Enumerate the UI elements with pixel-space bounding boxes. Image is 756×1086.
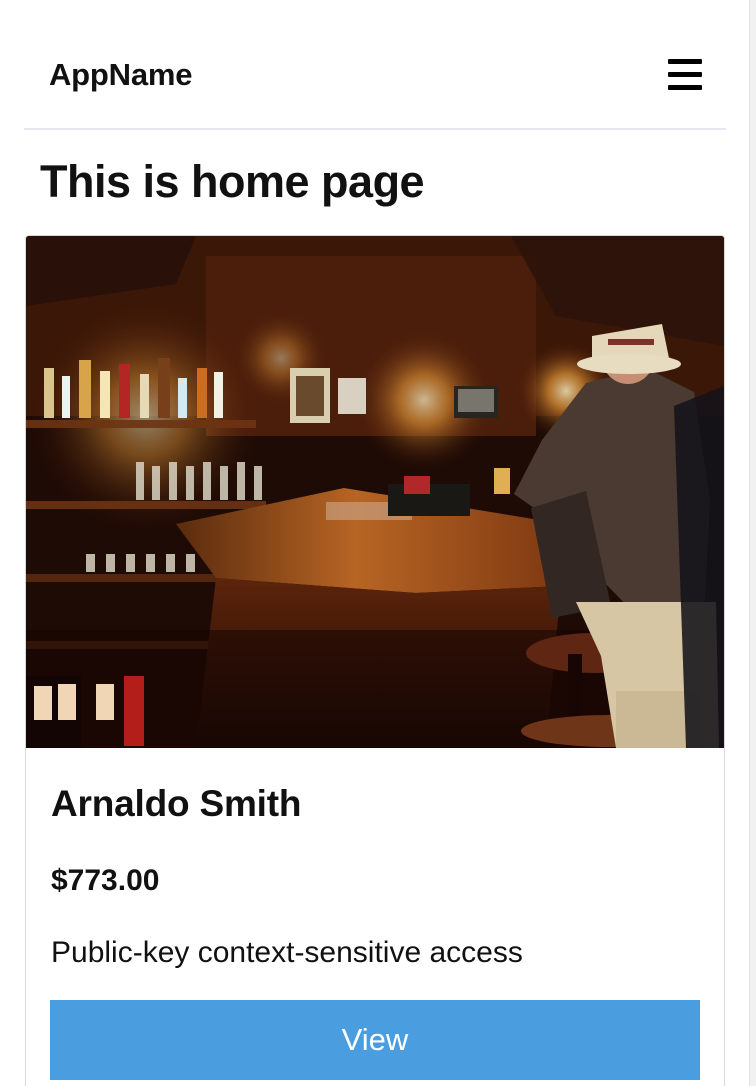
product-card: Arnaldo Smith $773.00 Public-key context…	[25, 235, 725, 1086]
product-image	[26, 236, 724, 748]
page: AppName This is home page Arnaldo Smith …	[0, 0, 756, 1086]
product-description: Public-key context-sensitive access	[51, 936, 523, 969]
product-price: $773.00	[51, 864, 160, 897]
menu-bar-middle	[668, 72, 702, 77]
vertical-scrollbar[interactable]	[749, 0, 756, 1086]
brand-name[interactable]: AppName	[49, 56, 192, 94]
menu-bar-bottom	[668, 85, 702, 90]
product-name: Arnaldo Smith	[51, 783, 302, 824]
navbar: AppName	[24, 0, 726, 130]
hamburger-menu-icon[interactable]	[665, 56, 705, 94]
menu-bar-top	[668, 59, 702, 64]
page-title: This is home page	[40, 156, 425, 207]
view-button[interactable]: View	[50, 1000, 700, 1080]
